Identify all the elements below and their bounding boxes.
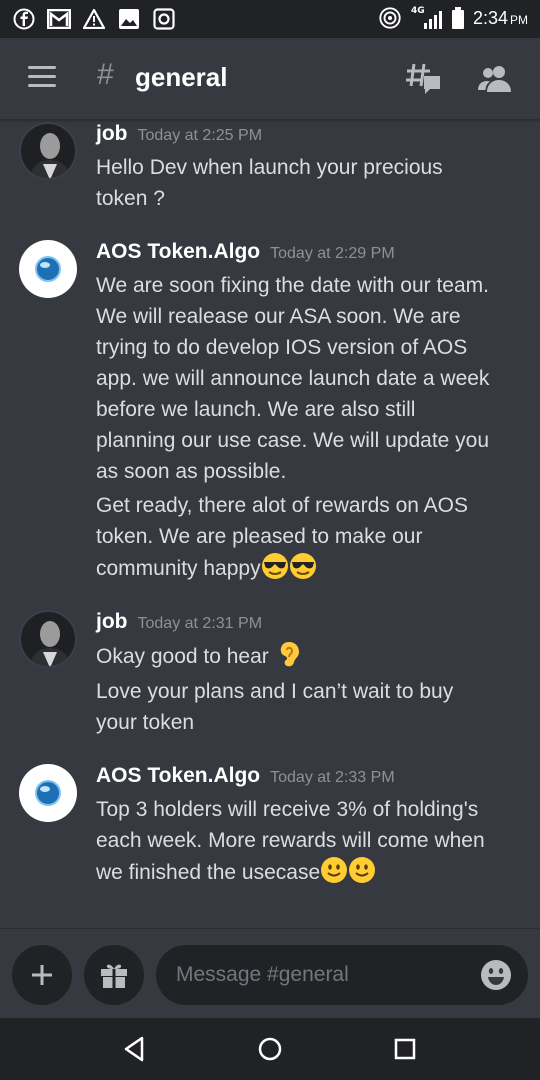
clock: 2:34 PM: [472, 7, 528, 28]
gift-button[interactable]: [84, 945, 144, 1005]
message-author[interactable]: AOS Token.Algo Today at 2:33 PM: [96, 764, 395, 788]
message-composer: [0, 928, 540, 1018]
system-navigation-bar: [0, 1018, 540, 1080]
channel-title: general: [135, 62, 228, 92]
message-author[interactable]: job Today at 2:31 PM: [96, 610, 262, 634]
back-icon[interactable]: [120, 1034, 150, 1064]
message-timestamp: Today at 2:29 PM: [270, 245, 395, 262]
battery-icon: [451, 7, 464, 29]
warning-icon: [82, 7, 106, 31]
signal-icon: 4G: [411, 6, 443, 30]
avatar[interactable]: [19, 240, 77, 298]
avatar[interactable]: [19, 764, 77, 822]
message-content: Get ready, there alot of rewards on AOS …: [96, 494, 468, 580]
home-icon[interactable]: [255, 1034, 285, 1064]
plus-icon: [32, 965, 52, 985]
message-content: We are soon fixing the date with our tea…: [96, 274, 490, 483]
sunglasses-emoji-icon: [289, 552, 317, 580]
message-timestamp: Today at 2:25 PM: [137, 127, 263, 144]
message-timestamp: Today at 2:33 PM: [270, 769, 395, 786]
channel-header: # general: [0, 38, 540, 120]
message-content: Hello Dev when launch your precious toke…: [96, 156, 443, 210]
message-input[interactable]: [156, 945, 528, 1005]
hotspot-icon: [378, 6, 402, 30]
threads-icon[interactable]: [406, 62, 442, 96]
image-icon: [117, 7, 141, 31]
sunglasses-emoji-icon: [261, 552, 289, 580]
message-author[interactable]: job Today at 2:25 PM: [96, 122, 262, 146]
recents-icon[interactable]: [390, 1034, 420, 1064]
gmail-icon: [47, 7, 71, 31]
menu-icon[interactable]: [28, 66, 56, 88]
gift-icon: [101, 964, 127, 988]
message-content: Okay good to hear: [96, 640, 528, 672]
ear-emoji-icon: [275, 640, 303, 668]
status-bar: 4G 2:34 PM: [0, 0, 540, 38]
message-content: Top 3 holders will receive 3% of holding…: [96, 798, 485, 884]
avatar[interactable]: [19, 610, 77, 668]
smile-emoji-icon: [320, 856, 348, 884]
facebook-icon: [12, 7, 36, 31]
message-content: Love your plans and I can’t wait to buy …: [96, 680, 454, 734]
smile-emoji-icon: [348, 856, 376, 884]
members-icon[interactable]: [478, 64, 512, 94]
message-list[interactable]: job Today at 2:25 PM Hello Dev when launc…: [0, 120, 540, 928]
instagram-icon: [152, 7, 176, 31]
hash-icon: #: [97, 58, 114, 91]
avatar[interactable]: [19, 122, 77, 180]
message-timestamp: Today at 2:31 PM: [137, 615, 263, 632]
emoji-picker-icon[interactable]: [480, 959, 512, 991]
message-author[interactable]: AOS Token.Algo Today at 2:29 PM: [96, 240, 395, 264]
add-attachment-button[interactable]: [12, 945, 72, 1005]
